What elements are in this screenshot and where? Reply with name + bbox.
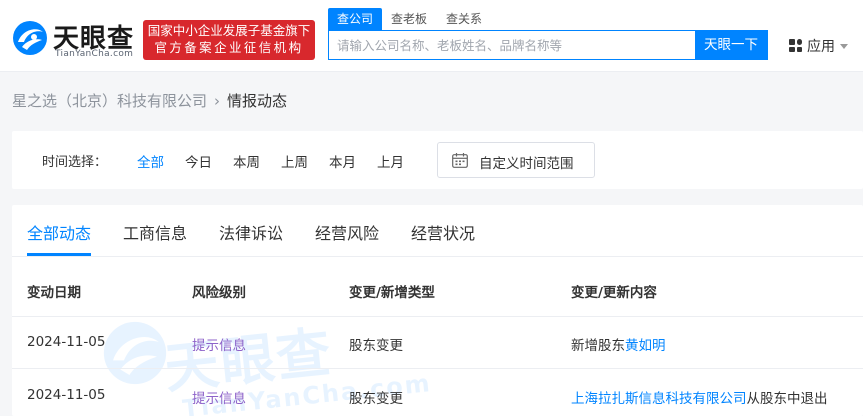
apps-menu[interactable]: 应用 [789, 36, 848, 56]
category-tabs: 全部动态 工商信息 法律诉讼 经营风险 经营状况 [12, 205, 863, 257]
time-option-today[interactable]: 今日 [185, 151, 212, 171]
breadcrumb: 星之选（北京）科技有限公司 › 情报动态 [12, 90, 287, 111]
row-change-content: 上海拉扎斯信息科技有限公司从股东中退出 [571, 387, 828, 407]
tab-business-info[interactable]: 工商信息 [123, 220, 187, 244]
custom-range-label: 自定义时间范围 [479, 156, 574, 172]
caret-down-icon [840, 44, 848, 49]
header-change-type: 变更/新增类型 [349, 285, 435, 301]
tab-operating-status[interactable]: 经营状况 [411, 220, 475, 244]
row-change-type: 股东变更 [349, 338, 403, 354]
row-date: 2024-11-05 [27, 334, 106, 350]
top-header: 天眼查 TianYanCha.com 国家中小企业发展子基金旗下 官方备案企业征… [0, 0, 863, 72]
search-tab-boss[interactable]: 查老板 [391, 8, 427, 30]
row-change-type: 股东变更 [349, 391, 403, 407]
time-option-last-month[interactable]: 上月 [377, 151, 404, 171]
search-tab-company[interactable]: 查公司 [328, 8, 383, 30]
row-divider [12, 316, 863, 317]
row-risk-level[interactable]: 提示信息 [192, 387, 246, 407]
row-divider [12, 368, 863, 369]
row-change-content: 新增股东黄如明 [571, 334, 666, 354]
time-option-this-week[interactable]: 本周 [233, 151, 260, 171]
watermark-logo-icon [103, 321, 167, 385]
row-risk-level[interactable]: 提示信息 [192, 334, 246, 354]
site-logo[interactable]: 天眼查 TianYanCha.com [12, 18, 137, 62]
breadcrumb-company-link[interactable]: 星之选（北京）科技有限公司 [12, 92, 207, 110]
logo-subtitle: TianYanCha.com [55, 49, 134, 59]
header-change-date: 变动日期 [27, 285, 81, 301]
badge-line-1: 国家中小企业发展子基金旗下 [147, 23, 311, 38]
breadcrumb-chevron-icon: › [214, 92, 221, 110]
content-suffix: 从股东中退出 [746, 391, 828, 407]
time-option-last-week[interactable]: 上周 [281, 151, 308, 171]
breadcrumb-current: 情报动态 [227, 92, 288, 110]
header-change-content: 变更/更新内容 [571, 285, 657, 301]
time-filter-label: 时间选择： [42, 155, 108, 170]
row-date: 2024-11-05 [27, 387, 106, 403]
tianyancha-logo-icon [13, 21, 47, 55]
intelligence-card: 全部动态 工商信息 法律诉讼 经营风险 经营状况 天眼查 TianYanCha.… [12, 205, 863, 416]
calendar-icon [452, 153, 468, 168]
company-link[interactable]: 上海拉扎斯信息科技有限公司 [571, 391, 747, 407]
active-tab-underline [27, 253, 91, 256]
watermark-text: 天眼查 [161, 320, 336, 401]
search-button[interactable]: 天眼一下 [695, 31, 767, 59]
search-input[interactable] [329, 31, 695, 59]
tab-operating-risk[interactable]: 经营风险 [315, 220, 379, 244]
search-tab-relation[interactable]: 查关系 [446, 8, 482, 30]
content-prefix: 新增股东 [571, 338, 625, 354]
official-badge: 国家中小企业发展子基金旗下 官方备案企业征信机构 [143, 20, 315, 60]
header-risk-level: 风险级别 [192, 285, 246, 301]
tab-all-updates[interactable]: 全部动态 [27, 220, 91, 244]
shareholder-link[interactable]: 黄如明 [625, 338, 666, 354]
custom-range-button[interactable]: 自定义时间范围 [437, 142, 595, 178]
search-box: 天眼一下 [328, 30, 768, 60]
apps-label: 应用 [807, 39, 835, 55]
time-option-all[interactable]: 全部 [137, 151, 164, 171]
badge-line-2: 官方备案企业征信机构 [154, 40, 304, 55]
tab-legal-litigation[interactable]: 法律诉讼 [219, 220, 283, 244]
grid-icon [789, 39, 802, 52]
time-option-this-month[interactable]: 本月 [329, 151, 356, 171]
time-filter-card: 时间选择： 全部 今日 本周 上周 本月 上月 自定义时间范围 [12, 131, 863, 189]
